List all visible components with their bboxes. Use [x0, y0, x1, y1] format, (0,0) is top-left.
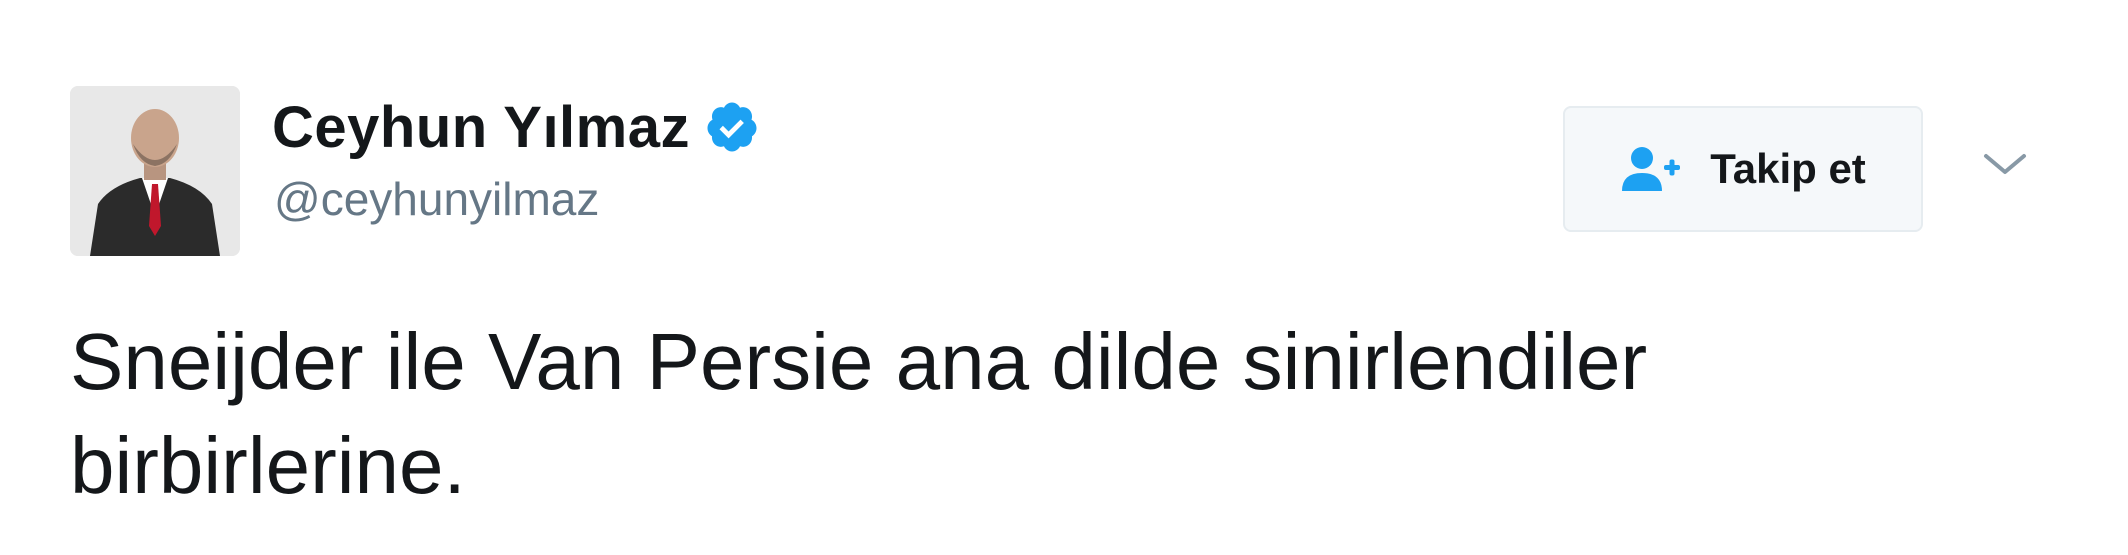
- author-name-row[interactable]: Ceyhun Yılmaz: [272, 92, 760, 162]
- verified-badge-icon: [704, 99, 760, 155]
- follow-button-label: Takip et: [1710, 145, 1866, 192]
- author-screen-name[interactable]: @ceyhunyilmaz: [274, 172, 599, 226]
- avatar-image: [70, 86, 240, 256]
- chevron-down-icon: [1984, 154, 2026, 174]
- author-avatar[interactable]: [70, 86, 240, 256]
- author-display-name[interactable]: Ceyhun Yılmaz: [272, 94, 690, 161]
- tweet-card: Ceyhun Yılmaz @ceyhunyilmaz Takip et Sne…: [0, 0, 2128, 555]
- add-user-icon: [1620, 145, 1686, 193]
- tweet-text: Sneijder ile Van Persie ana dilde sinirl…: [70, 317, 1648, 510]
- follow-button[interactable]: Takip et: [1563, 106, 1923, 232]
- more-options-button[interactable]: [1980, 148, 2030, 180]
